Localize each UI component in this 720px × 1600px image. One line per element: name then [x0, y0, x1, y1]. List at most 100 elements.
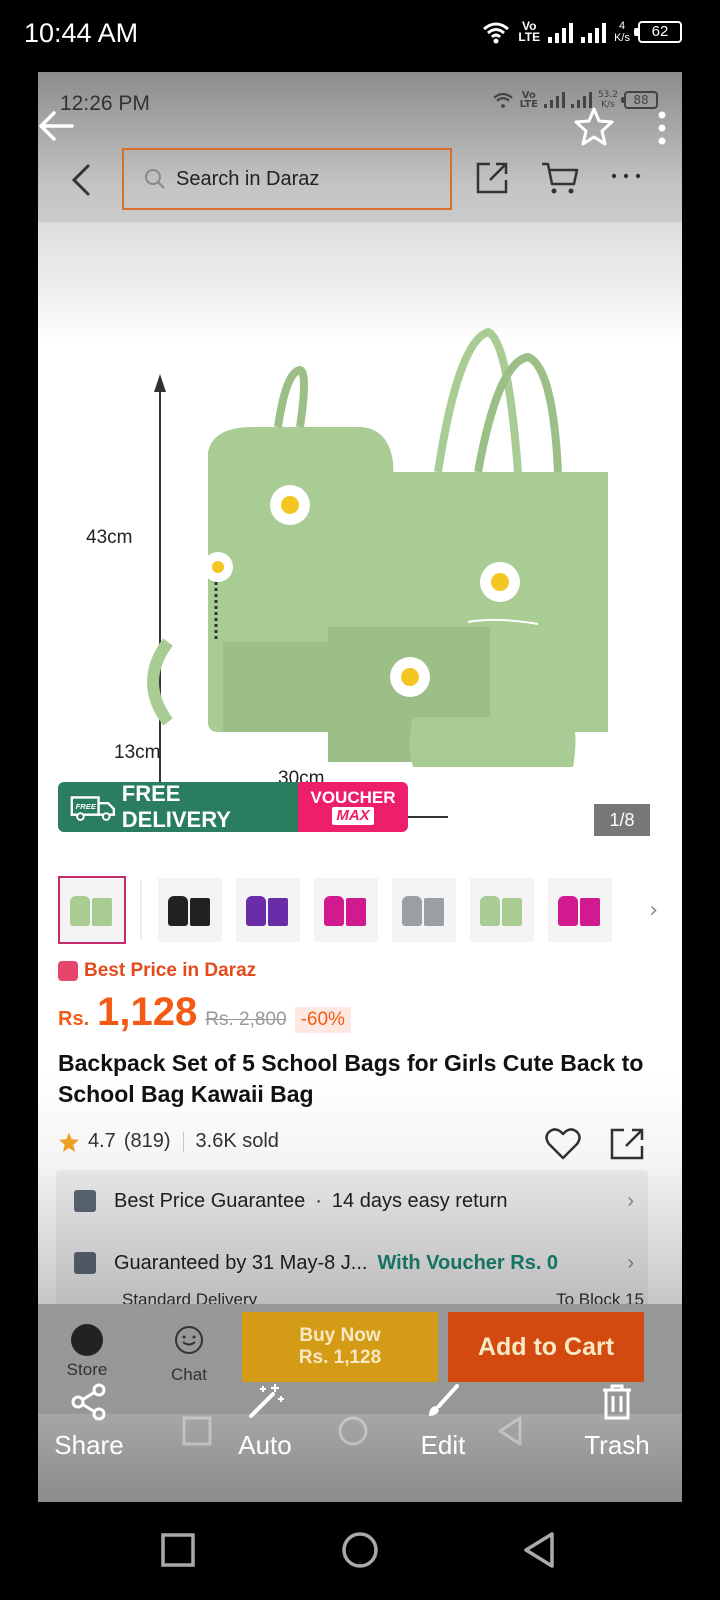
- edit-label: Edit: [420, 1430, 466, 1460]
- product-thumbnail[interactable]: [392, 878, 456, 942]
- auto-enhance-button[interactable]: Auto: [210, 1382, 320, 1461]
- chevron-right-icon: ›: [627, 1251, 634, 1274]
- product-thumbnail[interactable]: [548, 878, 612, 942]
- network-speed: 4 K/s: [614, 20, 630, 44]
- price-row: Rs. 1,128 Rs. 2,800 -60%: [58, 990, 351, 1035]
- thumbnail-bag: [480, 896, 500, 926]
- chat-icon: [175, 1326, 203, 1354]
- auto-label: Auto: [238, 1430, 292, 1460]
- chevron-right-icon: ›: [627, 1189, 634, 1212]
- thumbnail-bag: [268, 898, 288, 926]
- edit-button[interactable]: Edit: [388, 1382, 498, 1461]
- thumbnail-bag: [246, 896, 266, 926]
- app-back-icon[interactable]: [68, 162, 96, 198]
- search-placeholder: Search in Daraz: [176, 167, 320, 190]
- guarantee-row[interactable]: Best Price Guarantee · 14 days easy retu…: [56, 1170, 648, 1232]
- ghost-back-icon: [498, 1416, 522, 1446]
- system-nav-bar: [0, 1502, 720, 1600]
- product-title: Backpack Set of 5 School Bags for Girls …: [58, 1050, 644, 1107]
- height-label: 43cm: [86, 527, 133, 548]
- rating-count: (819): [123, 1130, 171, 1152]
- home-circle-icon[interactable]: [340, 1530, 380, 1570]
- status-bar: 10:44 AM Vo LTE 4 K/s 62: [0, 0, 720, 72]
- speed-unit: K/s: [614, 32, 630, 44]
- voucher-text: With Voucher Rs. 0: [377, 1251, 559, 1274]
- price-tag-icon: [58, 961, 78, 981]
- battery-indicator: 88: [621, 91, 658, 109]
- free-tag: FREE: [76, 802, 97, 811]
- thumbnail-bag: [346, 898, 366, 926]
- wishlist-heart-icon[interactable]: [544, 1126, 582, 1162]
- thumbnail-strip: [58, 876, 678, 944]
- original-price: Rs. 2,800: [205, 1009, 287, 1030]
- share-icon[interactable]: [608, 1126, 646, 1162]
- ghost-home-icon: [338, 1416, 368, 1446]
- screenshot-preview: 12:26 PM Vo LTE 53.2 K/s 88 Search in Da…: [38, 72, 682, 1502]
- product-thumbnail[interactable]: [314, 878, 378, 942]
- current-price: 1,128: [97, 990, 198, 1034]
- magic-wand-icon: [249, 1384, 284, 1418]
- signal-icon-2: [581, 21, 607, 43]
- thumbnail-bag: [92, 898, 112, 926]
- thumbnail-bag: [70, 896, 90, 926]
- product-thumbnail[interactable]: [158, 878, 222, 942]
- more-options-icon[interactable]: [610, 168, 642, 184]
- thumbnail-divider: [140, 880, 142, 940]
- battery-indicator: 62: [634, 21, 682, 43]
- status-time: 10:44 AM: [24, 18, 139, 48]
- thumbnail-bag: [324, 896, 344, 926]
- separator-dot: ·: [315, 1189, 322, 1212]
- thumbnail-bag: [168, 896, 188, 926]
- screen: 10:44 AM Vo LTE 4 K/s 62 12:26 PM Vo LTE…: [0, 0, 720, 1600]
- viewer-menu-icon[interactable]: [652, 110, 672, 146]
- product-image[interactable]: 43cm 13cm 30cm: [38, 222, 682, 852]
- free-delivery-section: FREE FREE DELIVERY: [58, 782, 298, 832]
- shield-icon: [74, 1190, 96, 1212]
- back-triangle-icon[interactable]: [520, 1530, 560, 1570]
- voucher-max-badge: VOUCHER MAX: [298, 782, 408, 832]
- viewer-back-arrow-icon[interactable]: [38, 108, 74, 144]
- ghost-recents-icon: [182, 1416, 212, 1446]
- volte-indicator: Vo LTE: [518, 19, 541, 44]
- share-label: Share: [54, 1430, 124, 1460]
- viewer-action-bar: Share Auto Edit Trash: [38, 1372, 682, 1502]
- favorite-star-icon[interactable]: [574, 106, 614, 146]
- sold-count: 3.6K sold: [195, 1130, 279, 1152]
- signal-icon: [543, 92, 565, 108]
- star-icon: [59, 1132, 79, 1152]
- depth-label: 13cm: [114, 742, 161, 763]
- guarantee-label: Best Price Guarantee: [114, 1189, 306, 1212]
- free-delivery-label: FREE DELIVERY: [121, 782, 231, 832]
- thumbnail-next-chevron-icon[interactable]: ›: [649, 898, 658, 923]
- share-icon[interactable]: [474, 160, 510, 196]
- search-input[interactable]: Search in Daraz: [122, 148, 452, 210]
- voucher-line1: VOUCHER: [310, 788, 396, 807]
- wifi-icon: [492, 92, 513, 108]
- product-thumbnail[interactable]: [58, 876, 126, 944]
- product-thumbnail[interactable]: [236, 878, 300, 942]
- trash-button[interactable]: Trash: [562, 1382, 672, 1461]
- best-price-banner: Best Price in Daraz: [58, 960, 256, 982]
- thumbnail-bag: [502, 898, 522, 926]
- search-icon: [145, 169, 165, 189]
- trash-icon: [603, 1384, 631, 1420]
- buy-now-price: Rs. 1,128: [298, 1347, 382, 1368]
- delivery-row[interactable]: Guaranteed by 31 May-8 J... With Voucher…: [56, 1232, 648, 1294]
- return-label: 14 days easy return: [331, 1189, 508, 1212]
- paint-brush-icon: [429, 1384, 459, 1416]
- trash-label: Trash: [584, 1430, 650, 1460]
- divider: [182, 1131, 184, 1152]
- buy-now-label: Buy Now: [299, 1325, 381, 1346]
- product-thumbnail[interactable]: [470, 878, 534, 942]
- volte-indicator: Vo LTE: [519, 90, 538, 110]
- thumbnail-bag: [190, 898, 210, 926]
- share-button[interactable]: Share: [38, 1382, 144, 1461]
- free-delivery-badge: FREE FREE DELIVERY VOUCHER MAX: [58, 782, 408, 832]
- rating-row[interactable]: 4.7 (819) 3.6K sold: [58, 1130, 279, 1153]
- gift-box-icon: [74, 1252, 96, 1274]
- delivery-truck-icon: FREE: [70, 796, 116, 821]
- recents-square-icon[interactable]: [158, 1530, 198, 1570]
- cart-icon[interactable]: [540, 160, 580, 196]
- service-info-card: Best Price Guarantee · 14 days easy retu…: [56, 1170, 648, 1310]
- best-price-label: Best Price in Daraz: [84, 960, 257, 981]
